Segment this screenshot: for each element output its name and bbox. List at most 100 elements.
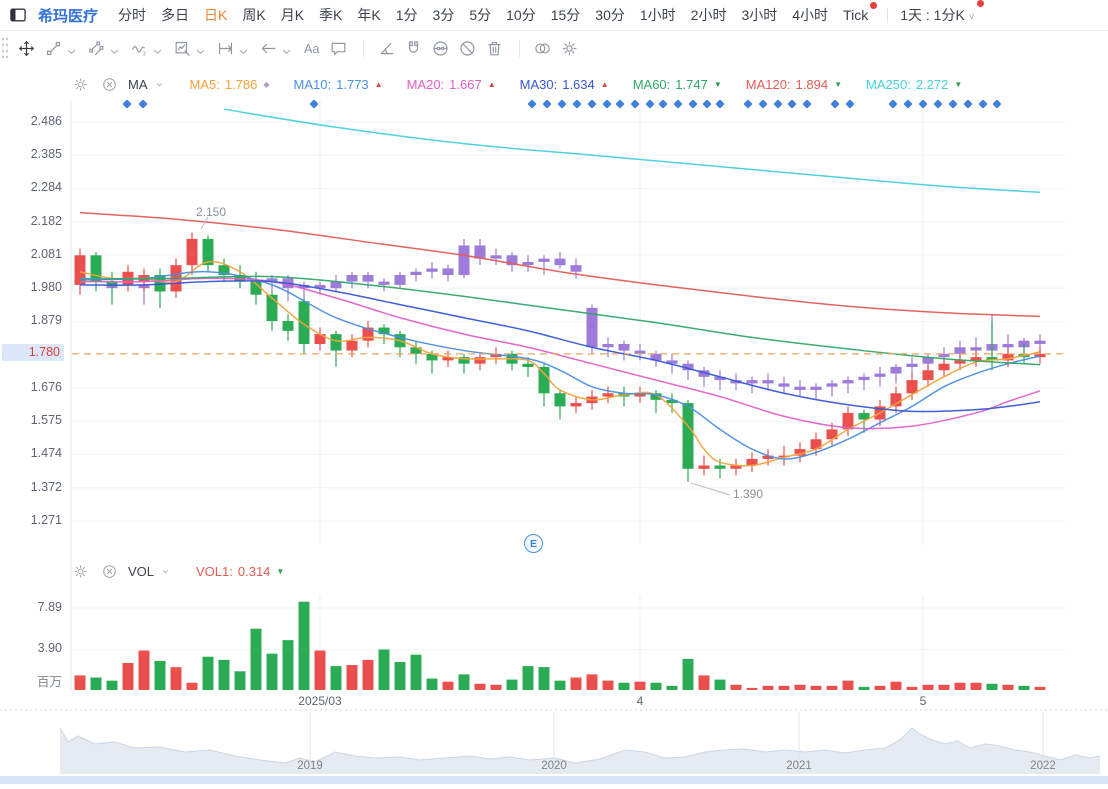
tab-Tick[interactable]: Tick — [843, 2, 878, 23]
vol-close-icon[interactable] — [99, 561, 119, 581]
tab-1天 : 1分K[interactable]: 1天 : 1分K ˅ — [900, 0, 984, 25]
event-marker-diamond[interactable] — [845, 99, 855, 109]
chevron-down-icon[interactable]: ˅ — [969, 12, 975, 23]
chevron-down-icon[interactable] — [282, 42, 291, 60]
ma-ma5: MA5: 1.786 ◆ — [190, 77, 270, 92]
chevron-down-icon[interactable] — [153, 42, 162, 60]
tab-月K[interactable]: 月K — [281, 5, 304, 25]
vol-settings-gear-icon[interactable] — [70, 561, 90, 581]
event-marker-diamond[interactable] — [602, 99, 612, 109]
event-marker-diamond[interactable] — [933, 99, 943, 109]
magnet-tool-icon[interactable] — [401, 36, 426, 61]
event-marker-diamond[interactable] — [645, 99, 655, 109]
tab-15分[interactable]: 15分 — [551, 5, 581, 25]
pattern-tool-icon[interactable] — [170, 36, 195, 61]
toolbar-separator — [363, 39, 364, 57]
event-marker-diamond[interactable] — [978, 99, 988, 109]
tab-年K[interactable]: 年K — [357, 5, 380, 25]
tab-1小时[interactable]: 1小时 — [640, 5, 676, 25]
object-compare-tool-icon[interactable] — [530, 36, 555, 61]
tab-30分[interactable]: 30分 — [595, 5, 625, 25]
event-marker-diamond[interactable] — [715, 99, 725, 109]
event-marker-diamond[interactable] — [948, 99, 958, 109]
volume-bar — [666, 685, 678, 690]
earnings-event-marker[interactable]: E — [524, 534, 543, 553]
chevron-down-icon[interactable] — [67, 42, 76, 60]
event-marker-diamond[interactable] — [527, 99, 537, 109]
event-marker-diamond[interactable] — [888, 99, 898, 109]
event-marker-diamond[interactable] — [830, 99, 840, 109]
event-marker-diamond[interactable] — [630, 99, 640, 109]
volume-bar — [1002, 684, 1014, 690]
event-marker-diamond[interactable] — [615, 99, 625, 109]
chevron-down-icon[interactable] — [196, 42, 205, 60]
tab-日K[interactable]: 日K — [204, 5, 227, 25]
ma-close-icon[interactable] — [99, 74, 119, 94]
adjust-tool-icon[interactable] — [428, 36, 453, 61]
comment-tool-icon[interactable] — [326, 36, 351, 61]
event-marker-diamond[interactable] — [673, 99, 683, 109]
wave-tool-icon[interactable]: 3 — [127, 36, 152, 61]
event-marker-diamond[interactable] — [787, 99, 797, 109]
layout-panel-icon[interactable] — [8, 5, 28, 25]
tab-周K[interactable]: 周K — [242, 5, 265, 25]
ma-indicator-selector[interactable]: MA — [128, 77, 166, 92]
event-marker-diamond[interactable] — [802, 99, 812, 109]
pan-tool-icon[interactable] — [14, 36, 39, 61]
event-marker-diamond[interactable] — [309, 99, 319, 109]
event-marker-diamond[interactable] — [903, 99, 913, 109]
tab-分时[interactable]: 分时 — [118, 5, 146, 25]
event-marker-diamond[interactable] — [138, 99, 148, 109]
settings-tool-icon[interactable] — [557, 36, 582, 61]
event-marker-diamond[interactable] — [963, 99, 973, 109]
indicator-label: MA5: — [189, 76, 220, 92]
tab-2小时[interactable]: 2小时 — [691, 5, 727, 25]
tab-1分[interactable]: 1分 — [396, 5, 418, 25]
event-marker-diamond[interactable] — [557, 99, 567, 109]
tab-3小时[interactable]: 3小时 — [741, 5, 777, 25]
chevron-down-icon[interactable] — [239, 42, 248, 60]
tab-5分[interactable]: 5分 — [469, 5, 491, 25]
event-marker-diamond[interactable] — [758, 99, 768, 109]
chart-canvas[interactable] — [0, 0, 1108, 789]
event-marker-diamond[interactable] — [572, 99, 582, 109]
current-price-label: 1.780 — [2, 344, 64, 362]
event-marker-diamond[interactable] — [743, 99, 753, 109]
ma-indicator-name: MA — [128, 76, 148, 92]
trend-line-tool-icon[interactable] — [41, 36, 66, 61]
event-marker-diamond[interactable] — [542, 99, 552, 109]
channel-tool-icon[interactable] — [84, 36, 109, 61]
measure-tool-icon[interactable] — [213, 36, 238, 61]
ma-line-ma60 — [79, 275, 1041, 366]
tab-10分[interactable]: 10分 — [506, 5, 536, 25]
text-tool-icon[interactable]: Aa — [299, 36, 324, 61]
toolbar-drag-handle[interactable] — [1, 36, 8, 62]
stock-name[interactable]: 希玛医疗 — [38, 5, 98, 26]
tab-4小时[interactable]: 4小时 — [792, 5, 828, 25]
vol-indicator-selector[interactable]: VOL — [128, 564, 172, 579]
event-marker-diamond[interactable] — [587, 99, 597, 109]
event-marker-diamond[interactable] — [702, 99, 712, 109]
event-marker-diamond[interactable] — [122, 99, 132, 109]
event-marker-diamond[interactable] — [773, 99, 783, 109]
event-marker-diamond[interactable] — [688, 99, 698, 109]
tab-3分[interactable]: 3分 — [433, 5, 455, 25]
volume-bar — [250, 628, 262, 690]
hide-drawings-tool-icon[interactable] — [455, 36, 480, 61]
tab-季K[interactable]: 季K — [319, 5, 342, 25]
volume-bar — [858, 686, 870, 690]
arrow-tool-icon[interactable] — [256, 36, 281, 61]
event-marker-diamond[interactable] — [918, 99, 928, 109]
event-marker-diamond[interactable] — [658, 99, 668, 109]
ma-settings-gear-icon[interactable] — [70, 74, 90, 94]
tab-多日[interactable]: 多日 — [161, 5, 189, 25]
chevron-down-icon[interactable] — [110, 42, 119, 60]
event-marker-diamond[interactable] — [992, 99, 1002, 109]
volume-axis-tick: 7.89 — [37, 600, 62, 615]
volume-unit-label: 百万 — [36, 675, 62, 689]
volume-bar — [682, 658, 694, 690]
delete-drawings-tool-icon[interactable] — [482, 36, 507, 61]
angle-tool-icon[interactable] — [374, 36, 399, 61]
vol-vol1: VOL1: 0.314 ▼ — [196, 564, 284, 579]
ma-ma10: MA10: 1.773 ▲ — [294, 77, 383, 92]
